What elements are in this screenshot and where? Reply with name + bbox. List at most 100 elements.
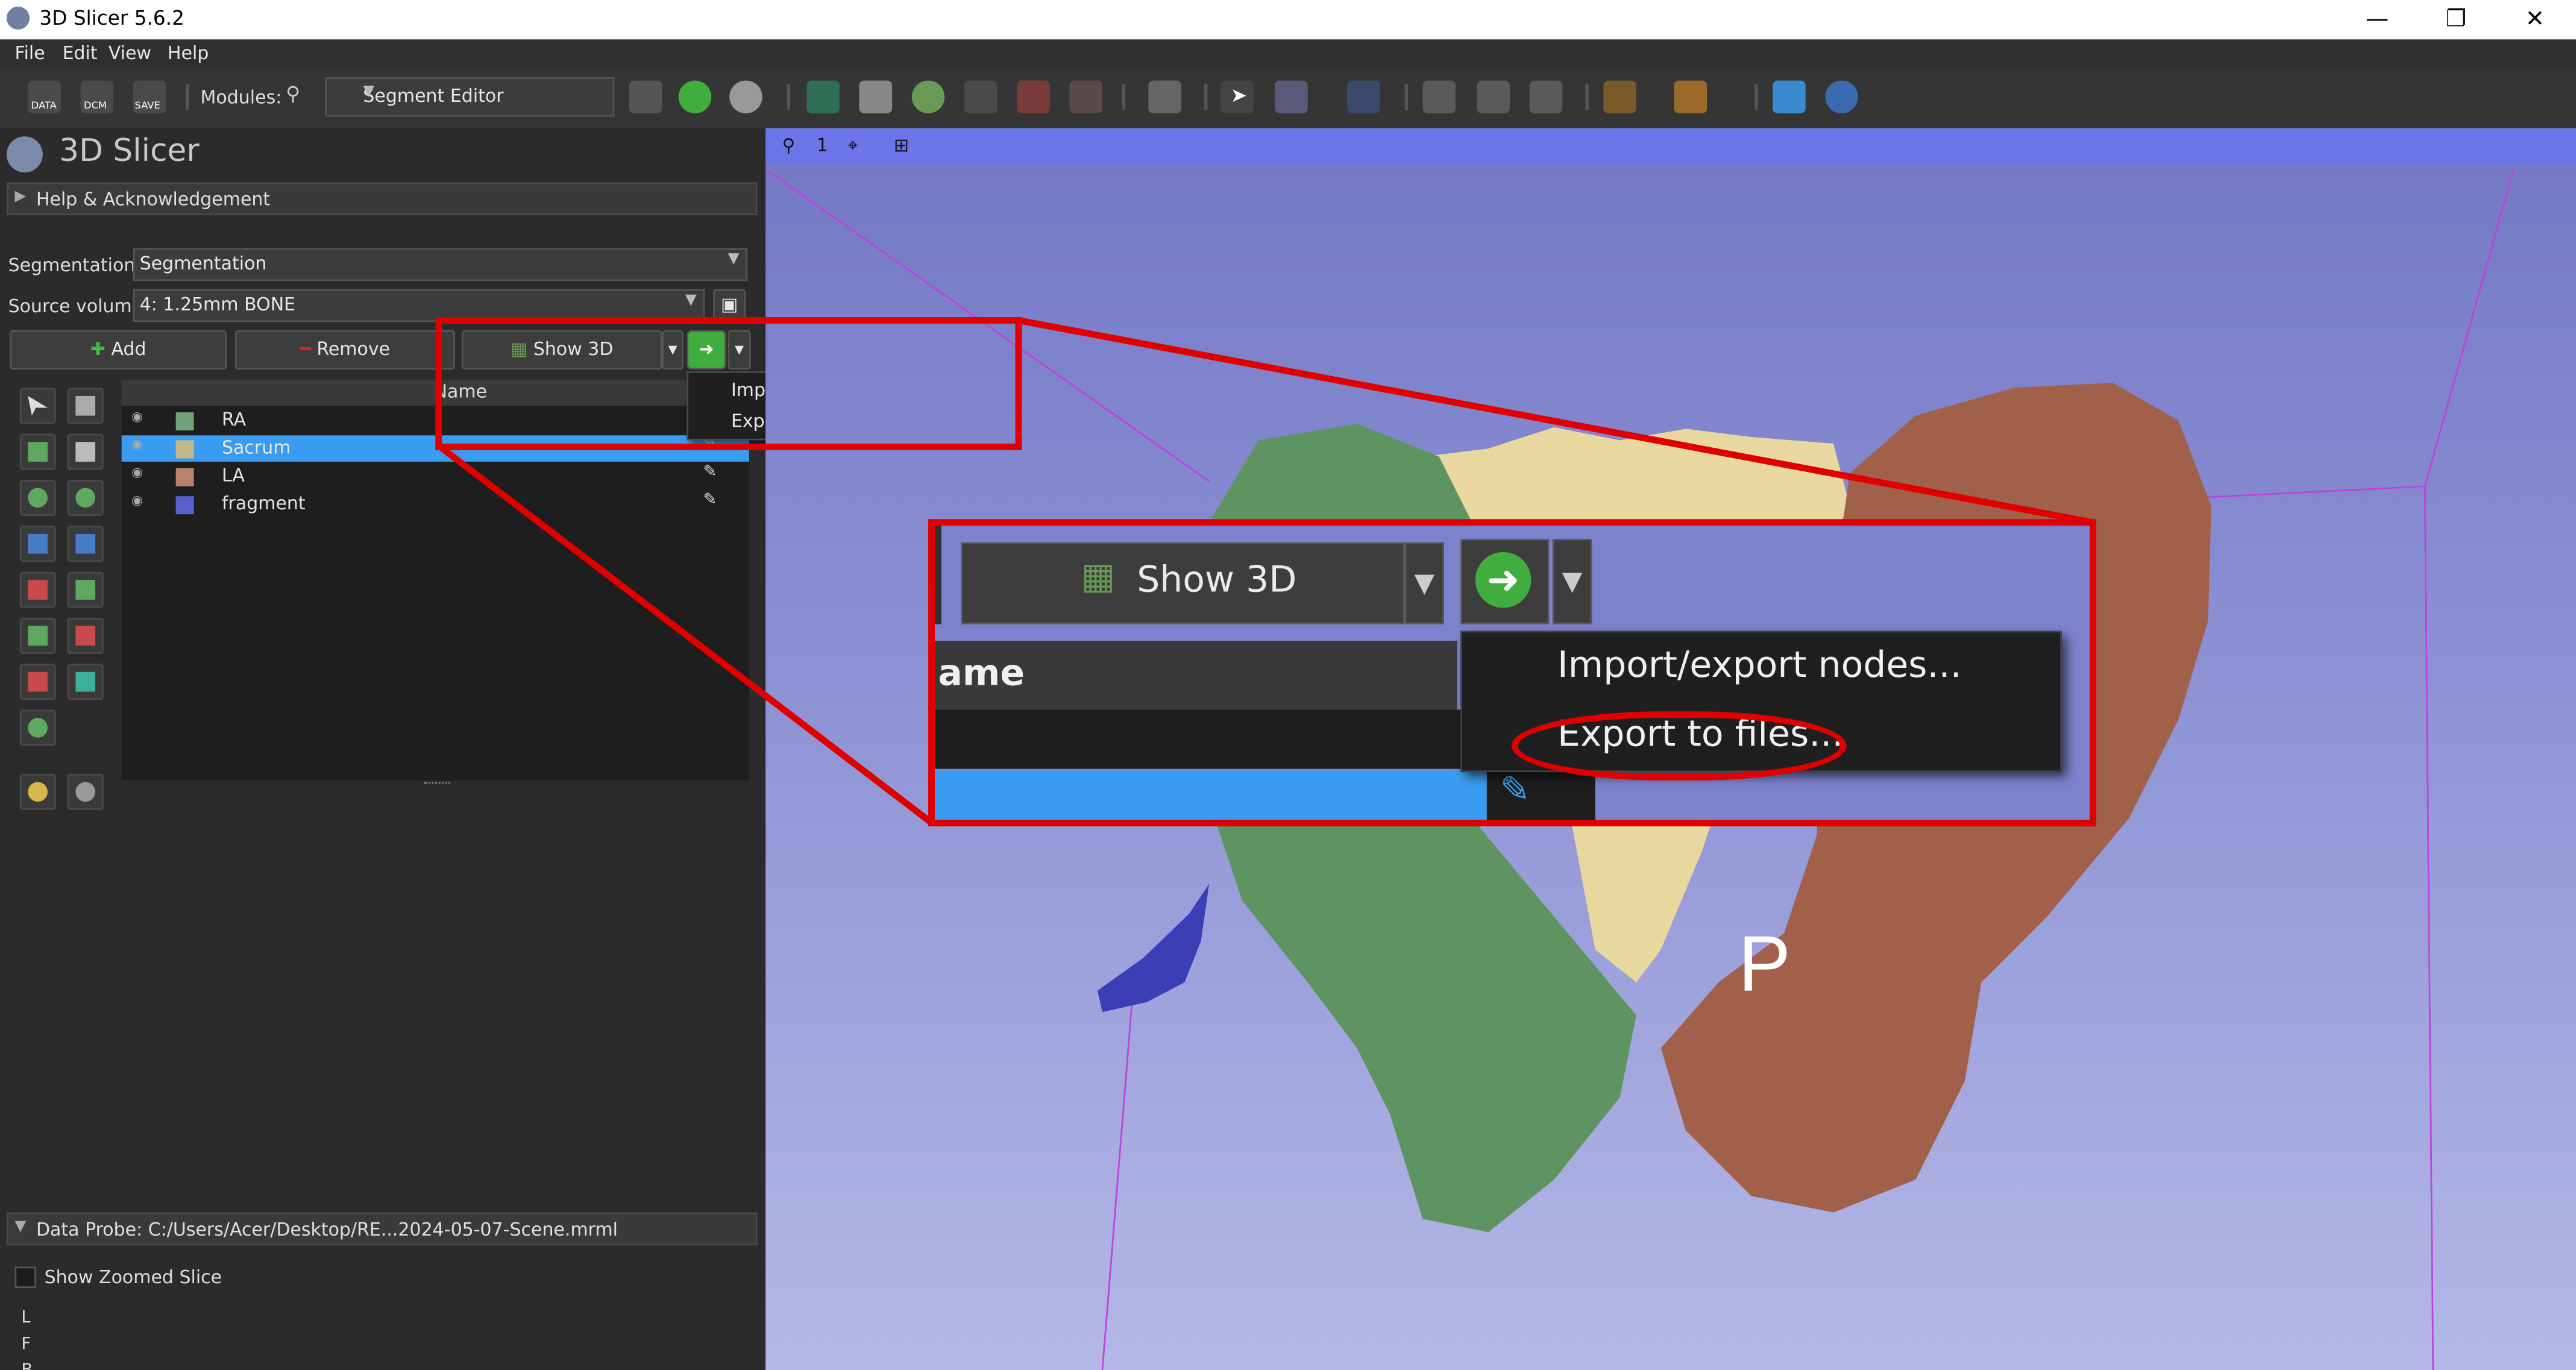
search-icon[interactable]: ⚲ xyxy=(286,82,300,105)
logical-operators-effect-icon[interactable] xyxy=(67,664,104,700)
table-row[interactable]: ◉ LA ✎ xyxy=(122,463,749,490)
color-swatch[interactable] xyxy=(175,440,194,459)
load-data-button[interactable]: DATA xyxy=(28,80,61,114)
eye-icon[interactable]: ◉ xyxy=(131,465,143,480)
menu-help[interactable]: Help xyxy=(168,43,209,64)
segmentations-effect-icon[interactable] xyxy=(67,388,104,424)
eye-icon[interactable]: ◉ xyxy=(131,493,143,508)
level-tracing-effect-icon[interactable] xyxy=(67,479,104,516)
toolbar-separator xyxy=(186,84,189,110)
hollow-effect-icon[interactable] xyxy=(19,617,56,654)
chevron-down-icon: ▼ xyxy=(363,84,375,101)
segment-editor-module-icon[interactable] xyxy=(1069,80,1102,114)
margin-effect-icon[interactable] xyxy=(67,571,104,608)
color-swatch[interactable] xyxy=(175,468,194,486)
segmentation-selector[interactable]: Segmentation ▼ xyxy=(133,248,748,281)
app-title: 3D Slicer xyxy=(59,133,199,169)
segment-name[interactable]: Sacrum xyxy=(222,437,291,458)
undo-icon[interactable] xyxy=(19,773,56,810)
segmentation-value: Segmentation xyxy=(139,253,267,275)
plus-icon: ✚ xyxy=(90,338,106,360)
segment-name[interactable]: fragment xyxy=(222,493,306,514)
smoothing-effect-icon[interactable] xyxy=(19,709,56,746)
window-title: 3D Slicer 5.6.2 xyxy=(39,6,184,30)
pencil-icon[interactable]: ✎ xyxy=(703,463,717,482)
pencil-icon[interactable]: ✎ xyxy=(703,491,717,509)
fragment-segment xyxy=(1097,884,1210,1013)
islands-effect-icon[interactable] xyxy=(19,664,56,700)
toolbar-separator xyxy=(1122,84,1126,110)
module-panel: 3D Slicer ▶ Help & Acknowledgement Segme… xyxy=(0,128,766,1370)
menu-edit[interactable]: Edit xyxy=(63,43,98,64)
remove-segment-button[interactable]: ━ Remove xyxy=(234,330,456,370)
module-selector[interactable]: Segment Editor ▼ xyxy=(325,77,615,117)
splitter-handle[interactable] xyxy=(424,782,450,787)
save-button[interactable]: SAVE xyxy=(133,80,166,114)
pointer-icon[interactable]: ➤ xyxy=(1220,80,1254,114)
help-section[interactable]: ▶ Help & Acknowledgement xyxy=(6,182,758,216)
back-arrow-icon[interactable] xyxy=(678,80,712,114)
scissors-effect-icon[interactable] xyxy=(67,617,104,654)
table-row[interactable]: ◉ fragment ✎ xyxy=(122,491,749,518)
show-zoomed-slice-label: Show Zoomed Slice xyxy=(44,1266,222,1289)
fiducial-icon[interactable] xyxy=(1347,80,1380,114)
erase-effect-icon[interactable] xyxy=(19,479,56,516)
close-button[interactable]: ✕ xyxy=(2497,3,2572,36)
toolbar-separator xyxy=(1404,84,1408,110)
transforms-module-icon[interactable] xyxy=(964,80,997,114)
modules-label: Modules: xyxy=(200,87,282,108)
data-label: DATA xyxy=(31,100,57,112)
dicom-button[interactable]: DCM xyxy=(80,80,114,114)
eye-icon[interactable]: ◉ xyxy=(131,437,143,452)
threshold-effect-icon[interactable] xyxy=(19,571,56,608)
minus-icon: ━ xyxy=(300,338,311,360)
python-console-icon[interactable] xyxy=(1825,80,1858,114)
module-history-icon[interactable] xyxy=(629,80,662,114)
markups-module-icon[interactable] xyxy=(1017,80,1050,114)
extensions-manager-icon[interactable] xyxy=(1773,80,1806,114)
color-swatch[interactable] xyxy=(175,496,194,515)
source-highlight-box xyxy=(435,317,1022,450)
dcm-label: DCM xyxy=(84,100,107,112)
data-module-icon[interactable] xyxy=(806,80,840,114)
data-probe-label: Data Probe: C:/Users/Acer/Desktop/RE...2… xyxy=(36,1219,618,1240)
expand-arrow-icon: ▶ xyxy=(14,189,27,206)
data-probe-section[interactable]: ▼ Data Probe: C:/Users/Acer/Desktop/RE..… xyxy=(6,1212,758,1246)
crosshair-icon[interactable] xyxy=(1603,80,1636,114)
grow-from-seeds-effect-icon[interactable] xyxy=(19,526,56,562)
draw-effect-icon[interactable] xyxy=(67,433,104,470)
title-bar: 3D Slicer 5.6.2 — ❐ ✕ xyxy=(0,0,2576,40)
layout-icon[interactable] xyxy=(1148,80,1181,114)
reformat-icon[interactable] xyxy=(1674,80,1707,114)
segment-name[interactable]: RA xyxy=(222,409,246,430)
pointer-effect-icon[interactable] xyxy=(19,388,56,424)
redo-icon[interactable] xyxy=(67,773,104,810)
save-label: SAVE xyxy=(134,100,160,112)
eye-icon[interactable]: ◉ xyxy=(131,409,143,424)
menu-file[interactable]: File xyxy=(15,43,45,64)
toolbar-separator xyxy=(1755,84,1758,110)
minimize-button[interactable]: — xyxy=(2339,3,2414,36)
segment-name[interactable]: LA xyxy=(222,465,245,486)
crosshair-settings-icon[interactable] xyxy=(1529,80,1563,114)
show-zoomed-slice-checkbox[interactable] xyxy=(14,1266,36,1289)
zoom-highlight-box xyxy=(928,519,2097,827)
menu-view[interactable]: View xyxy=(108,43,151,64)
volumes-module-icon[interactable] xyxy=(859,80,893,114)
source-volume-label: Source volume: xyxy=(8,295,149,318)
slicer-logo-icon xyxy=(6,136,43,173)
add-label: Add xyxy=(111,338,146,360)
menu-bar: File Edit View Help xyxy=(0,39,2576,68)
paint-effect-icon[interactable] xyxy=(19,433,56,470)
add-segment-button[interactable]: ✚ Add xyxy=(10,330,227,370)
forward-arrow-icon[interactable] xyxy=(729,80,762,114)
color-swatch[interactable] xyxy=(175,412,194,431)
models-module-icon[interactable] xyxy=(911,80,945,114)
scene-view-icon[interactable] xyxy=(1477,80,1510,114)
fill-between-slices-effect-icon[interactable] xyxy=(67,526,104,562)
screenshot-icon[interactable] xyxy=(1422,80,1456,114)
orientation-marker: P xyxy=(1738,922,1791,1009)
maximize-button[interactable]: ❐ xyxy=(2418,3,2493,36)
window-level-icon[interactable] xyxy=(1275,80,1308,114)
probe-line-l: L xyxy=(21,1309,31,1328)
